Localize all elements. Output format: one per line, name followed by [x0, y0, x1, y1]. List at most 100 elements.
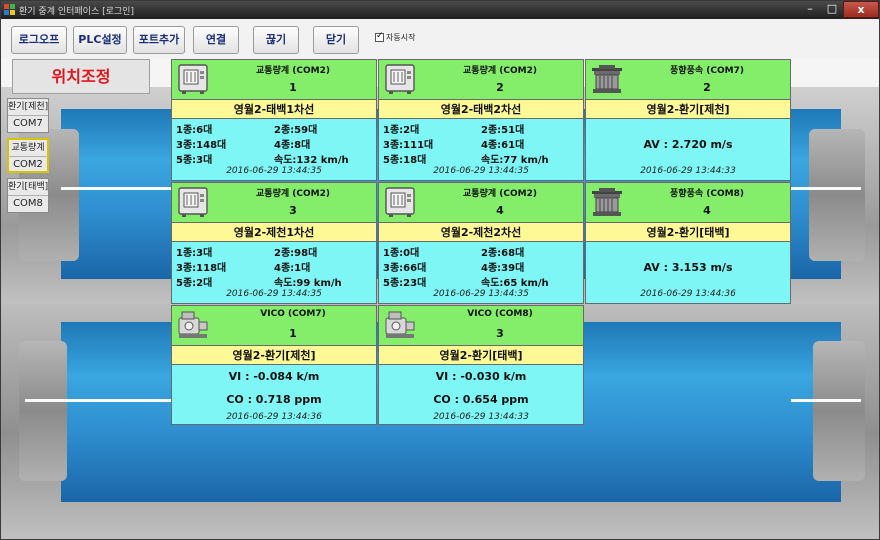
- card-header: 풍향풍속 (COM8) 4: [586, 183, 790, 223]
- wind-card-2[interactable]: 풍향풍속 (COM8) 4 영월2-환기[태백] AV : 3.153 m/s …: [585, 182, 791, 304]
- title-bar[interactable]: 환기 중계 인터페이스 [로그인] – □ x: [1, 1, 879, 19]
- port-item-traffic[interactable]: 교통량계 COM2: [7, 138, 49, 173]
- traffic-value: 3종:148대: [176, 140, 227, 151]
- card-title: 교통량계 (COM2): [256, 66, 330, 76]
- traffic-counter-icon: [178, 64, 208, 94]
- traffic-card-2[interactable]: 교통량계 (COM2) 2 영월2-태백2차선 1종:2대 2종:51대 3종:…: [378, 59, 584, 181]
- traffic-speed: 속도:65 km/h: [481, 278, 549, 289]
- card-title: 교통량계 (COM2): [463, 66, 537, 76]
- disconnect-button[interactable]: 끊기: [253, 26, 299, 54]
- co-value: CO : 0.654 ppm: [433, 393, 529, 406]
- card-location: 영월2-태백2차선: [379, 100, 583, 119]
- toolbar: 로그오프 PLC설정 포트추가 연결 끊기 닫기: [1, 19, 879, 59]
- card-timestamp: 2016-06-29 13:44:36: [226, 412, 322, 422]
- card-timestamp: 2016-06-29 13:44:35: [433, 289, 529, 299]
- card-number: 4: [703, 204, 711, 217]
- wind-speed-value: AV : 3.153 m/s: [643, 261, 733, 274]
- card-number: 2: [703, 81, 711, 94]
- wind-sensor-icon: [592, 188, 622, 216]
- traffic-speed: 속도:132 km/h: [274, 155, 349, 166]
- plc-settings-button[interactable]: PLC설정: [73, 26, 127, 54]
- vico-sensor-icon: [178, 311, 208, 338]
- lane-line: [791, 399, 861, 402]
- traffic-counter-icon: [385, 187, 415, 217]
- traffic-value: 5종:18대: [383, 155, 427, 166]
- lane-line: [61, 187, 171, 190]
- traffic-card-3[interactable]: 교통량계 (COM2) 3 영월2-제천1차선 1종:3대 2종:98대 3종:…: [171, 182, 377, 304]
- card-title: 교통량계 (COM2): [463, 189, 537, 199]
- card-header: 교통량계 (COM2) 4: [379, 183, 583, 223]
- traffic-counter-icon: [178, 187, 208, 217]
- card-number: 3: [289, 204, 297, 217]
- traffic-value: 3종:118대: [176, 263, 227, 274]
- autostart-checkbox[interactable]: 자동시작: [375, 31, 416, 46]
- vico-card-1[interactable]: VICO (COM7) 1 영월2-환기[제천] VI : -0.084 k/m…: [171, 305, 377, 425]
- lane-line: [25, 399, 171, 402]
- vico-card-2[interactable]: VICO (COM8) 3 영월2-환기[태백] VI : -0.030 k/m…: [378, 305, 584, 425]
- traffic-value: 4종:8대: [274, 140, 311, 151]
- wind-speed-value: AV : 2.720 m/s: [643, 138, 733, 151]
- traffic-value: 5종:2대: [176, 278, 213, 289]
- port-com: COM8: [13, 198, 43, 209]
- minimize-button[interactable]: –: [799, 1, 821, 18]
- traffic-value: 2종:98대: [274, 248, 318, 259]
- app-icon: [4, 4, 16, 16]
- card-timestamp: 2016-06-29 13:44:33: [433, 412, 529, 422]
- maximize-button[interactable]: □: [821, 1, 843, 18]
- app-window: 환기 중계 인터페이스 [로그인] – □ x 로그오프 PLC설정 포트추가 …: [0, 0, 880, 540]
- close-button[interactable]: 닫기: [313, 26, 359, 54]
- traffic-value: 5종:23대: [383, 278, 427, 289]
- vi-value: VI : -0.030 k/m: [435, 370, 527, 383]
- connect-button[interactable]: 연결: [193, 26, 239, 54]
- card-header: 교통량계 (COM2) 1: [172, 60, 376, 100]
- card-title: 풍향풍속 (COM7): [670, 66, 744, 76]
- traffic-value: 3종:66대: [383, 263, 427, 274]
- card-location: 영월2-환기[제천]: [172, 346, 376, 365]
- card-number: 1: [289, 81, 297, 94]
- traffic-card-4[interactable]: 교통량계 (COM2) 4 영월2-제천2차선 1종:0대 2종:68대 3종:…: [378, 182, 584, 304]
- traffic-value: 2종:51대: [481, 125, 525, 136]
- port-name: 환기[제천]: [8, 99, 48, 116]
- tunnel-portal-right-lower: [813, 341, 865, 481]
- add-port-button[interactable]: 포트추가: [133, 26, 185, 54]
- card-title: VICO (COM7): [260, 309, 326, 319]
- traffic-speed: 속도:99 km/h: [274, 278, 342, 289]
- card-timestamp: 2016-06-29 13:44:35: [226, 166, 322, 176]
- card-number: 2: [496, 81, 504, 94]
- traffic-value: 3종:111대: [383, 140, 434, 151]
- card-number: 1: [289, 327, 297, 340]
- card-location: 영월2-환기[태백]: [379, 346, 583, 365]
- autostart-label: 자동시작: [386, 33, 416, 42]
- traffic-value: 4종:61대: [481, 140, 525, 151]
- card-number: 4: [496, 204, 504, 217]
- close-window-button[interactable]: x: [843, 1, 879, 18]
- card-header: 교통량계 (COM2) 2: [379, 60, 583, 100]
- logoff-button[interactable]: 로그오프: [11, 26, 67, 54]
- lane-line: [791, 187, 861, 190]
- port-item-vent-jecheon[interactable]: 환기[제천] COM7: [7, 98, 49, 133]
- port-name: 교통량계: [9, 140, 47, 157]
- card-header: VICO (COM8) 3: [379, 306, 583, 346]
- card-title: 교통량계 (COM2): [256, 189, 330, 199]
- traffic-value: 1종:2대: [383, 125, 420, 136]
- vico-sensor-icon: [385, 311, 415, 338]
- port-item-vent-taebaek[interactable]: 환기[태백] COM8: [7, 178, 49, 213]
- card-header: 교통량계 (COM2) 3: [172, 183, 376, 223]
- position-adjust-button[interactable]: 위치조정: [12, 59, 150, 94]
- traffic-value: 4종:1대: [274, 263, 311, 274]
- traffic-value: 4종:39대: [481, 263, 525, 274]
- card-number: 3: [496, 327, 504, 340]
- window-title: 환기 중계 인터페이스 [로그인]: [19, 7, 134, 17]
- card-location: 영월2-제천1차선: [172, 223, 376, 242]
- traffic-value: 1종:6대: [176, 125, 213, 136]
- card-timestamp: 2016-06-29 13:44:35: [226, 289, 322, 299]
- traffic-value: 5종:3대: [176, 155, 213, 166]
- port-com: COM2: [13, 159, 43, 170]
- checkbox-checked[interactable]: [375, 31, 384, 42]
- port-com: COM7: [13, 118, 43, 129]
- card-timestamp: 2016-06-29 13:44:36: [640, 289, 736, 299]
- traffic-card-1[interactable]: 교통량계 (COM2) 1 영월2-태백1차선 1종:6대 2종:59대 3종:…: [171, 59, 377, 181]
- card-timestamp: 2016-06-29 13:44:33: [640, 166, 736, 176]
- traffic-value: 2종:59대: [274, 125, 318, 136]
- wind-card-1[interactable]: 풍향풍속 (COM7) 2 영월2-환기[제천] AV : 2.720 m/s …: [585, 59, 791, 181]
